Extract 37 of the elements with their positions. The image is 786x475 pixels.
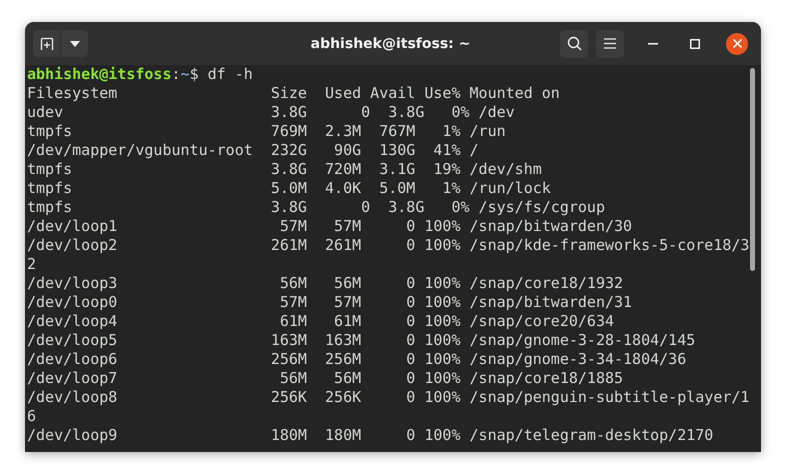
- terminal-line: 6: [27, 407, 36, 426]
- dropdown-button[interactable]: [61, 30, 88, 57]
- search-icon: [566, 36, 582, 51]
- terminal-line: /dev/loop4 61M 61M 0 100% /snap/core20/634: [27, 312, 614, 331]
- terminal-line: /dev/mapper/vgubuntu-root 232G 90G 130G 41% /: [27, 141, 479, 160]
- close-button[interactable]: [726, 32, 748, 54]
- menu-button[interactable]: [596, 30, 624, 58]
- terminal-line: Filesystem Size Used Avail Use% Mounted on: [27, 84, 560, 103]
- terminal-line: /dev/loop6 256M 256M 0 100% /snap/gnome-3-34-1804/36: [27, 350, 686, 369]
- search-button[interactable]: [560, 30, 588, 58]
- terminal-line: /dev/loop5 163M 163M 0 100% /snap/gnome-3-28-1804/145: [27, 331, 696, 350]
- terminal-line: /dev/loop9 180M 180M 0 100% /snap/telegram-desktop/2170: [27, 426, 714, 445]
- terminal-line: /dev/loop3 56M 56M 0 100% /snap/core18/1932: [27, 274, 624, 293]
- terminal-line: /dev/loop8 256K 256K 0 100% /snap/penguin-subtitle-player/1: [27, 388, 750, 407]
- terminal-line: tmpfs 5.0M 4.0K 5.0M 1% /run/lock: [27, 179, 551, 198]
- terminal-line: tmpfs 3.8G 720M 3.1G 19% /dev/shm: [27, 160, 542, 179]
- terminal-line: /dev/loop1 57M 57M 0 100% /snap/bitwarden/30: [27, 217, 632, 236]
- close-icon: [732, 39, 742, 48]
- prompt-text: $ df -h: [190, 65, 253, 84]
- caret-icon: [70, 40, 80, 46]
- terminal-line: tmpfs 769M 2.3M 767M 1% /run: [27, 122, 506, 141]
- new-tab-button[interactable]: [33, 30, 60, 57]
- prompt-path: ~: [180, 65, 190, 84]
- menu-icon: [604, 38, 616, 49]
- terminal-line: /dev/loop2 261M 261M 0 100% /snap/kde-frameworks-5-core18/3: [27, 236, 750, 255]
- terminal-line: tmpfs 3.8G 0 3.8G 0% /sys/fs/cgroup: [27, 198, 605, 217]
- prompt-text: :: [172, 65, 181, 84]
- prompt-user: abhishek@itsfoss: [27, 65, 172, 84]
- terminal-line: udev 3.8G 0 3.8G 0% /dev: [27, 103, 515, 122]
- terminal-line: /dev/loop0 57M 57M 0 100% /snap/bitwarden/31: [27, 293, 632, 312]
- new-tab-icon: [40, 36, 54, 50]
- window-title: abhishek@itsfoss: ~: [310, 36, 470, 52]
- terminal-line: /dev/loop7 56M 56M 0 100% /snap/core18/1885: [27, 369, 624, 388]
- terminal-line: 2: [27, 255, 36, 274]
- maximize-icon: [690, 38, 700, 48]
- minimize-icon: [648, 42, 658, 44]
- scrollbar[interactable]: [750, 68, 755, 271]
